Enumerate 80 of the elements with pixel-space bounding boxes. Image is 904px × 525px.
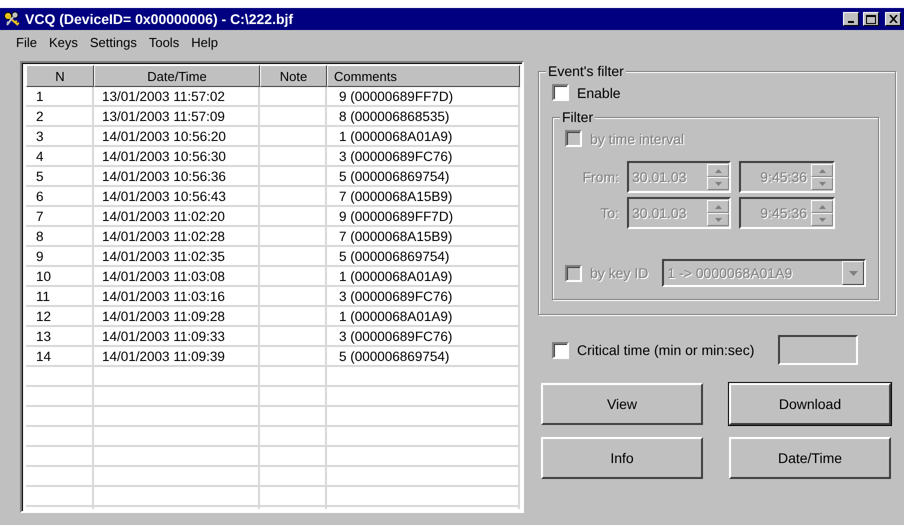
table-cell: 3 (00000689FC76) — [327, 327, 520, 345]
column-header[interactable]: N — [26, 65, 94, 87]
maximize-button[interactable] — [863, 12, 879, 26]
down-arrow-icon — [818, 182, 826, 186]
dialog-button[interactable]: Date/Time — [729, 437, 891, 479]
close-icon — [888, 15, 898, 23]
dialog-button[interactable]: Download — [729, 383, 891, 425]
table-cell: 14/01/2003 11:09:39 — [94, 347, 260, 365]
table-cell: 7 (0000068A15B9) — [327, 227, 520, 245]
table-cell: 14/01/2003 11:09:28 — [94, 307, 260, 325]
table-cell: 14/01/2003 11:03:08 — [94, 267, 260, 285]
table-cell: 8 — [26, 227, 94, 245]
table-cell: 5 (000006869754) — [327, 247, 520, 265]
menu-item[interactable]: Help — [187, 33, 222, 55]
table-cell: 7 — [26, 207, 94, 225]
dialog-button[interactable]: View — [541, 383, 703, 425]
menu-item[interactable]: File — [12, 33, 41, 55]
menu-item[interactable]: Settings — [86, 33, 141, 55]
table-cell: 14/01/2003 10:56:36 — [94, 167, 260, 185]
maximize-icon — [866, 14, 876, 24]
up-arrow-icon — [714, 204, 722, 208]
table-cell: 14/01/2003 11:02:28 — [94, 227, 260, 245]
dropdown-arrow-icon — [848, 270, 858, 276]
column-header[interactable]: Note — [260, 65, 327, 87]
table-cell: 12 — [26, 307, 94, 325]
minimize-button[interactable] — [843, 12, 859, 26]
table-cell: 5 — [26, 167, 94, 185]
table-cell: 13 — [26, 327, 94, 345]
table-cell: 14/01/2003 11:03:16 — [94, 287, 260, 305]
down-arrow-icon — [818, 218, 826, 222]
table-cell: 1 (0000068A01A9) — [327, 127, 520, 145]
field-label: From: — [581, 169, 619, 185]
up-arrow-icon — [714, 168, 722, 172]
table-cell: 6 — [26, 187, 94, 205]
table-cell: 1 (0000068A01A9) — [327, 267, 520, 285]
table-cell: 4 — [26, 147, 94, 165]
down-arrow-icon — [714, 182, 722, 186]
table-cell: 14 — [26, 347, 94, 365]
checkbox-label[interactable]: Critical time (min or min:sec) — [577, 342, 754, 358]
down-arrow-icon — [714, 218, 722, 222]
table-cell: 2 — [26, 107, 94, 125]
checkbox[interactable] — [552, 342, 569, 358]
table-cell: 14/01/2003 11:02:20 — [94, 207, 260, 225]
column-header[interactable]: Comments — [327, 65, 520, 87]
up-arrow-icon — [818, 204, 826, 208]
table-cell: 13/01/2003 11:57:02 — [94, 87, 260, 105]
table-cell: 1 (0000068A01A9) — [327, 307, 520, 325]
table-cell: 3 (00000689FC76) — [327, 147, 520, 165]
table-cell: 3 (00000689FC76) — [327, 287, 520, 305]
column-header[interactable]: Date/Time — [94, 65, 260, 87]
checkbox[interactable] — [552, 84, 569, 101]
table-cell: 14/01/2003 10:56:43 — [94, 187, 260, 205]
table-cell: 9 — [26, 247, 94, 265]
table-cell: 9 (00000689FF7D) — [327, 207, 520, 225]
table-cell: 9 (00000689FF7D) — [327, 87, 520, 105]
table-cell: 10 — [26, 267, 94, 285]
critical-time-field[interactable] — [778, 335, 858, 365]
up-arrow-icon — [818, 168, 826, 172]
table-cell: 5 (000006869754) — [327, 347, 520, 365]
window-title: VCQ (DeviceID= 0x00000006) - C:\222.bjf — [25, 11, 294, 27]
field-label: To: — [599, 205, 619, 221]
table-cell: 13/01/2003 11:57:09 — [94, 107, 260, 125]
table-cell: 14/01/2003 10:56:30 — [94, 147, 260, 165]
dialog-button[interactable]: Info — [541, 437, 703, 479]
table-cell: 14/01/2003 10:56:20 — [94, 127, 260, 145]
group-title: Filter — [560, 109, 596, 125]
table-cell: 14/01/2003 11:09:33 — [94, 327, 260, 345]
table-cell: 5 (000006869754) — [327, 167, 520, 185]
group-title: Event's filter — [546, 63, 626, 79]
checkbox-label[interactable]: Enable — [577, 84, 621, 100]
table-cell: 8 (000006868535) — [327, 107, 520, 125]
table-cell: 11 — [26, 287, 94, 305]
table-cell: 1 — [26, 87, 94, 105]
table-cell: 14/01/2003 11:02:35 — [94, 247, 260, 265]
close-button[interactable] — [885, 12, 901, 26]
table-cell: 7 (0000068A15B9) — [327, 187, 520, 205]
table-cell: 3 — [26, 127, 94, 145]
keys-icon — [3, 11, 21, 27]
menu-item[interactable]: Tools — [144, 33, 184, 55]
menu-item[interactable]: Keys — [44, 33, 82, 55]
